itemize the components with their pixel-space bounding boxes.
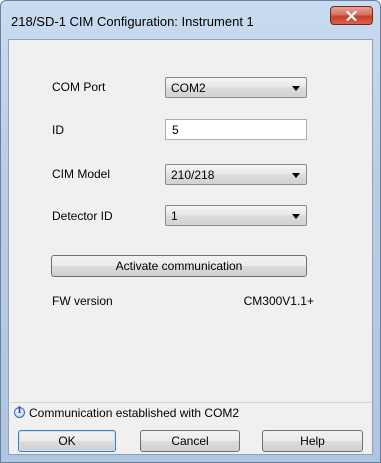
title-bar[interactable]: 218/SD-1 CIM Configuration: Instrument 1 (1, 1, 380, 39)
help-button[interactable]: Help (262, 430, 363, 452)
cim-model-label: CIM Model (52, 167, 111, 181)
status-text: Communication established with COM2 (29, 406, 240, 420)
com-port-value: COM2 (171, 81, 206, 95)
detector-id-value: 1 (171, 209, 178, 223)
window-title: 218/SD-1 CIM Configuration: Instrument 1 (11, 14, 254, 29)
cancel-button[interactable]: Cancel (140, 430, 240, 452)
cim-model-select[interactable]: 210/218 (165, 164, 307, 185)
id-input[interactable]: 5 (165, 119, 307, 140)
id-value: 5 (172, 123, 179, 137)
activate-communication-button[interactable]: Activate communication (51, 255, 307, 277)
fw-version-value: CM300V1.1+ (243, 294, 314, 308)
chevron-down-icon (292, 173, 300, 178)
detector-id-label: Detector ID (52, 209, 113, 223)
close-button[interactable] (330, 6, 373, 25)
status-bar: Communication established with COM2 (10, 402, 372, 422)
com-port-label: COM Port (52, 80, 106, 94)
chevron-down-icon (292, 214, 300, 219)
dialog-window: 218/SD-1 CIM Configuration: Instrument 1… (0, 0, 381, 463)
ok-button[interactable]: OK (18, 430, 116, 452)
detector-id-select[interactable]: 1 (165, 205, 307, 226)
id-label: ID (52, 123, 64, 137)
close-icon (346, 10, 357, 21)
info-icon (14, 406, 25, 418)
chevron-down-icon (292, 86, 300, 91)
com-port-select[interactable]: COM2 (165, 77, 307, 98)
fw-version-label: FW version (52, 294, 113, 308)
cim-model-value: 210/218 (171, 168, 215, 182)
dialog-client-area: COM Port COM2 ID 5 CIM Model 210/218 Det… (8, 39, 373, 455)
